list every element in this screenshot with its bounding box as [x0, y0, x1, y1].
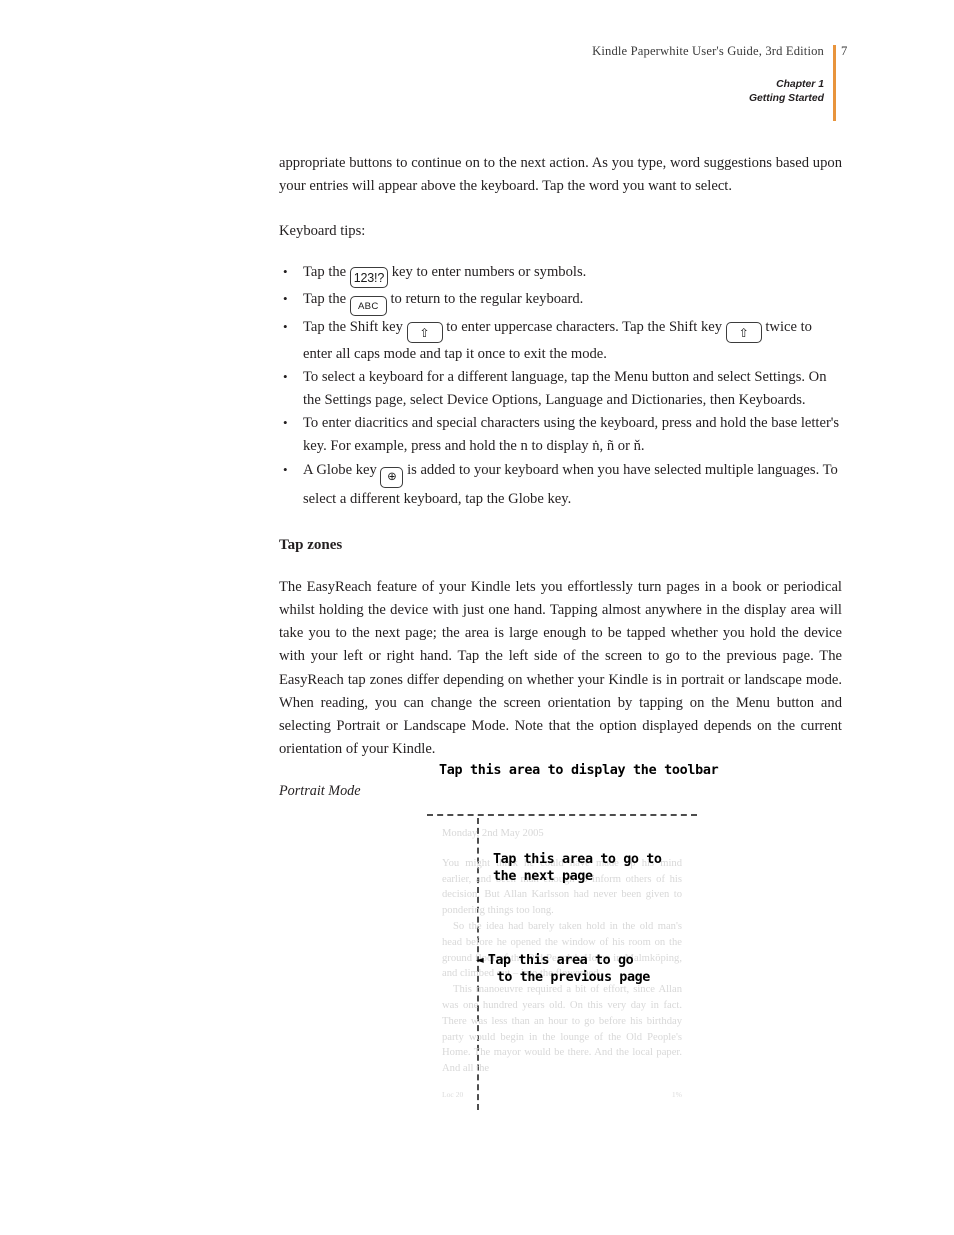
bullet-text-before: Tap the [303, 290, 350, 307]
header-chapter-name: Getting Started [748, 93, 824, 104]
left-arrow-icon: ◄ [476, 955, 484, 966]
book-paragraph: This manoeuvre required a bit of effort,… [442, 984, 682, 1075]
list-item: Tap the ABC to return to the regular key… [279, 287, 842, 316]
next-page-line-2: the next page [493, 869, 593, 884]
intro-paragraph: appropriate buttons to continue on to th… [279, 155, 842, 195]
tap-zones-paragraph: The EasyReach feature of your Kindle let… [279, 578, 842, 758]
bullet-text-before: Tap the Shift key [303, 318, 407, 335]
bullet-text: To enter diacritics and special characte… [303, 415, 840, 455]
prev-page-line-2: to the previous page [496, 970, 651, 985]
list-item: To select a keyboard for a different lan… [279, 365, 842, 412]
shift-key: ⇧ [725, 321, 762, 343]
abc-key: ABC [349, 295, 387, 316]
keyboard-tips-label: Keyboard tips: [279, 223, 366, 240]
bullet-text-before: Tap the [303, 263, 350, 280]
keyboard-tips-list: Tap the 123!? key to enter numbers or sy… [279, 260, 842, 511]
header-guide-title: Kindle Paperwhite User's Guide, 3rd Edit… [592, 44, 824, 58]
bullet-text-after: key to enter numbers or symbols. [388, 263, 587, 280]
shift-key: ⇧ [406, 321, 443, 343]
previous-page-text: Tap this area to go to the previous page [487, 952, 651, 986]
bullet-text-middle: to enter uppercase characters. Tap the S… [442, 318, 726, 335]
bullet-text-before: A Globe key [303, 461, 381, 478]
header-chapter-block: Chapter 1 Getting Started [749, 78, 824, 106]
diagram-previous-page-annotation: ◄ Tap this area to go to the previous pa… [476, 952, 650, 986]
list-item: A Globe key ⊕ is added to your keyboard … [279, 458, 842, 511]
section-title-tap-zones: Tap zones [279, 536, 343, 553]
header-divider-rule [833, 45, 836, 121]
globe-key: ⊕ [380, 466, 404, 488]
book-progress-percent: 1% [671, 1090, 682, 1099]
bullet-text-after: to return to the regular keyboard. [386, 290, 584, 307]
page-number: 7 [841, 44, 848, 58]
bullet-text: To select a keyboard for a different lan… [303, 368, 827, 409]
page-content: appropriate buttons to continue on to th… [279, 152, 842, 800]
portrait-mode-caption: Portrait Mode [279, 783, 361, 800]
next-page-line-1: Tap this area to go to [493, 852, 662, 867]
list-item: Tap the Shift key ⇧ to enter uppercase c… [279, 315, 842, 366]
diagram-book-footer: Loc 20 1% [442, 1090, 682, 1099]
header-chapter-number: Chapter 1 [776, 79, 824, 90]
prev-page-line-1: Tap this area to go [487, 953, 634, 968]
list-item: To enter diacritics and special characte… [279, 411, 842, 458]
list-item: Tap the 123!? key to enter numbers or sy… [279, 260, 842, 288]
running-header: Kindle Paperwhite User's Guide, 3rd Edit… [0, 44, 954, 124]
diagram-toolbar-annotation: Tap this area to display the toolbar [439, 763, 719, 778]
numbers-symbols-key: 123!? [349, 266, 389, 288]
diagram-toolbar-zone-divider [427, 814, 697, 816]
book-date-line: Monday, 2nd May 2005 [442, 828, 544, 839]
diagram-next-page-annotation: Tap this area to go to the next page [493, 851, 662, 885]
book-location-indicator: Loc 20 [442, 1090, 464, 1099]
